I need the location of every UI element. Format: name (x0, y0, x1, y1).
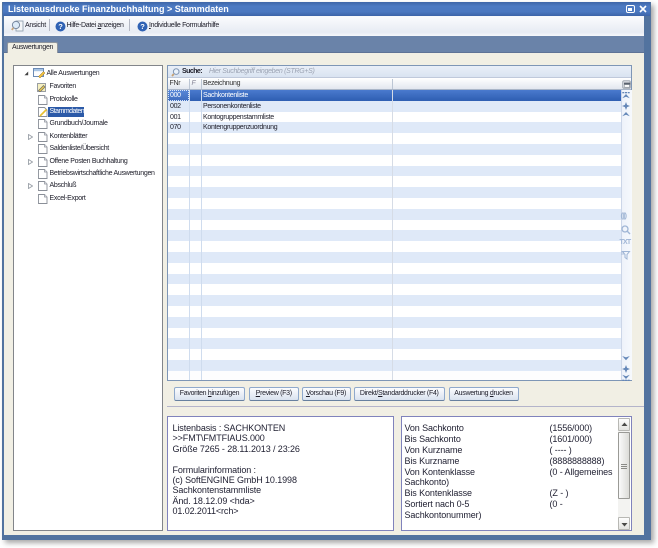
svg-text:?: ? (58, 22, 63, 31)
svg-text:?: ? (140, 22, 145, 31)
